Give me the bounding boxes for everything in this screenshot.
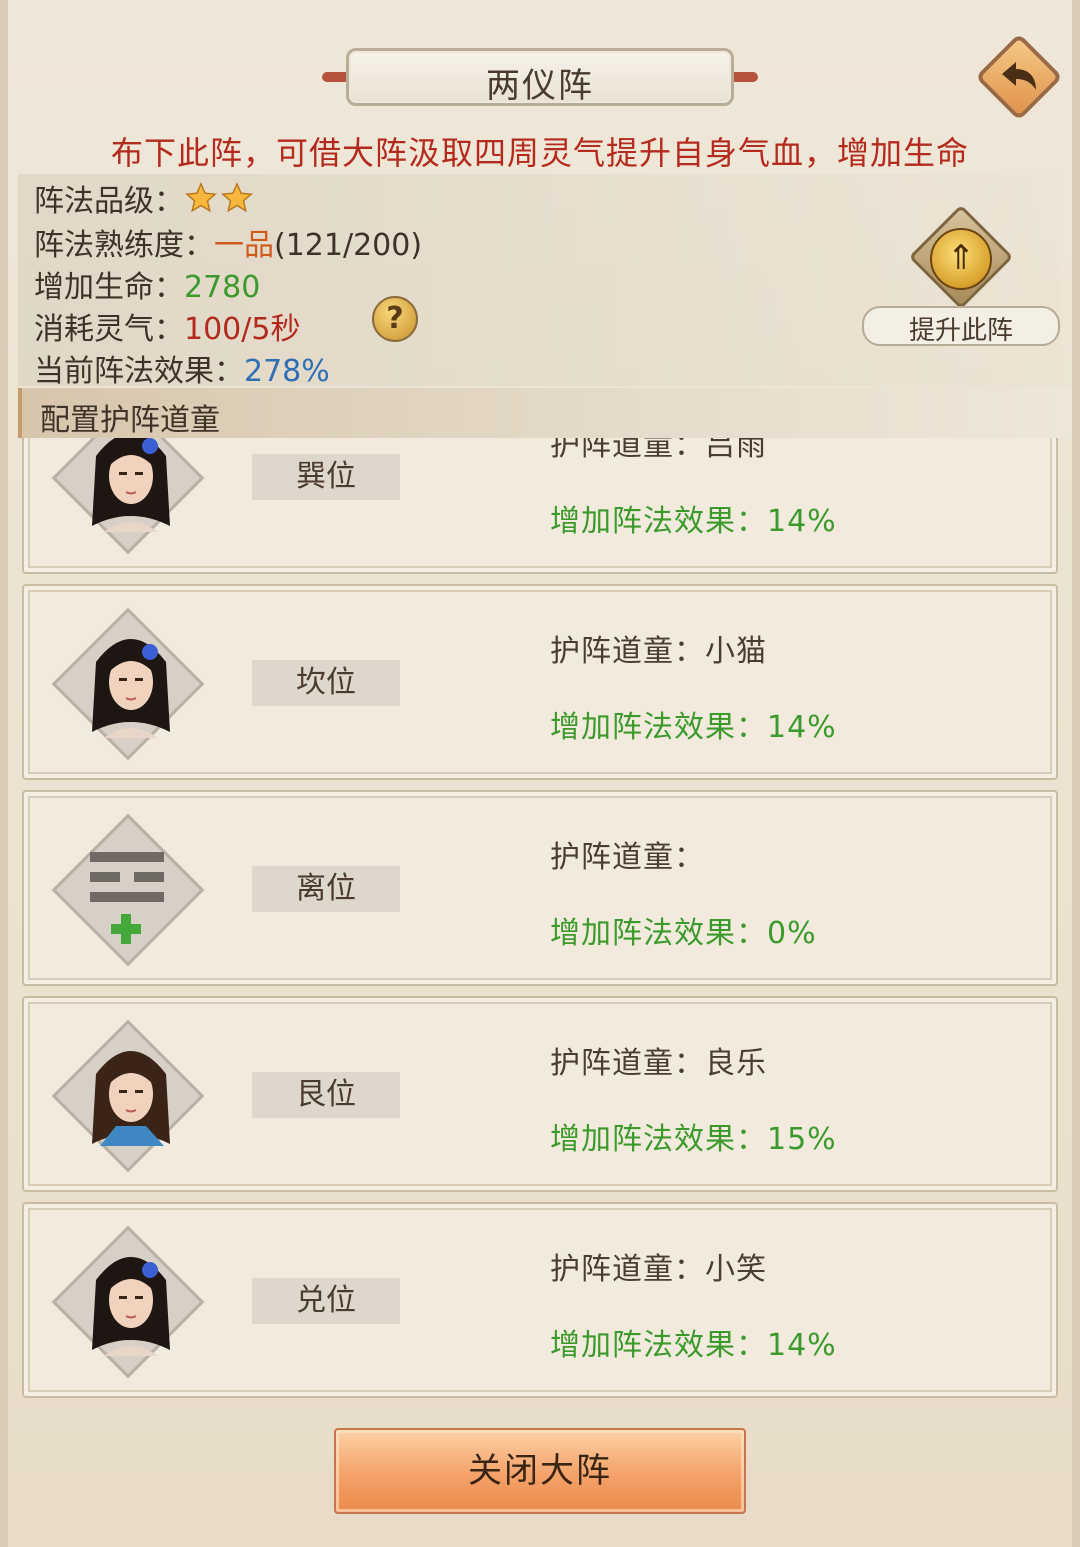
upgrade-label: 提升此阵 (908, 316, 1013, 346)
female-portrait-icon (92, 1257, 170, 1356)
effect-value: 278% (244, 354, 330, 389)
life-row: 增加生命：2780 (34, 262, 260, 306)
male-portrait-icon (92, 1051, 170, 1146)
guard-slot-card[interactable]: 兑位 护阵道童：小笑增加阵法效果：14% (22, 1202, 1058, 1398)
star-icon (221, 182, 253, 213)
slot-effect-bonus: 增加阵法效果：14% (550, 710, 837, 745)
slot-effect-bonus: 增加阵法效果：0% (550, 916, 817, 951)
arrow-up-icon: ⇑ (946, 238, 976, 278)
slot-effect-bonus: 增加阵法效果：15% (550, 1122, 837, 1157)
help-icon[interactable]: ? (372, 296, 418, 342)
guard-avatar[interactable] (51, 1019, 205, 1173)
proficiency-value: (121/200) (274, 228, 423, 263)
slot-effect-bonus: 增加阵法效果：14% (550, 1328, 837, 1363)
guard-slot-list[interactable]: 巽位 护阵道童：吕雨 增加阵法效果：14% 坎位 护阵道童：小猫 增加阵法效果：14% 离位… (0, 438, 1080, 1398)
guard-slot-card[interactable]: 巽位 护阵道童：吕雨增加阵法效果：14% (22, 438, 1058, 574)
close-formation-button[interactable]: 关闭大阵 (334, 1428, 746, 1514)
life-label: 增加生命： (34, 270, 184, 305)
effect-row: 当前阵法效果：278% (34, 346, 330, 390)
slot-guard-name: 护阵道童： (550, 840, 705, 875)
slot-position-label: 离位 (252, 866, 400, 912)
upgrade-formation-button[interactable]: ⇑ 提升此阵 (862, 204, 1060, 348)
section-title: 配置护阵道童 (40, 403, 220, 438)
consume-value: 100/5秒 (184, 312, 301, 347)
grade-label: 阵法品级： (34, 184, 184, 219)
life-value: 2780 (184, 270, 261, 305)
proficiency-row: 阵法熟练度：一品(121/200) (34, 220, 422, 264)
grade-row: 阵法品级： (34, 176, 256, 220)
slot-position-label: 艮位 (252, 1072, 400, 1118)
guard-slot-card[interactable]: 坎位 护阵道童：小猫增加阵法效果：14% (22, 584, 1058, 780)
slot-guard-name: 护阵道童：良乐 (550, 1046, 767, 1081)
guard-slot-card[interactable]: 离位 护阵道童： 增加阵法效果：0% (22, 790, 1058, 986)
back-arrow-icon (1002, 62, 1036, 90)
proficiency-label: 阵法熟练度： (34, 228, 214, 263)
female-portrait-icon (92, 639, 170, 738)
section-header: 配置护阵道童 (18, 388, 1072, 438)
slot-position-label: 巽位 (252, 454, 400, 500)
consume-label: 消耗灵气： (34, 312, 184, 347)
guard-avatar[interactable] (51, 607, 205, 761)
slot-effect-bonus: 增加阵法效果：14% (550, 504, 837, 539)
guard-avatar[interactable] (51, 813, 205, 967)
female-portrait-icon (92, 438, 170, 532)
slot-guard-name: 护阵道童：吕雨 (550, 438, 767, 463)
effect-label: 当前阵法效果： (34, 354, 244, 389)
slot-guard-name: 护阵道童：小笑 (550, 1252, 767, 1287)
formation-description: 布下此阵，可借大阵汲取四周灵气提升自身气血，增加生命 (110, 134, 969, 172)
guard-avatar[interactable] (51, 1225, 205, 1379)
slot-guard-name: 护阵道童：小猫 (550, 634, 767, 669)
back-button[interactable] (975, 33, 1063, 121)
slot-position-label: 坎位 (252, 660, 400, 706)
page-title: 两仪阵 (486, 66, 594, 106)
consume-row: 消耗灵气：100/5秒 (34, 304, 300, 348)
li-trigram-add-icon (90, 852, 164, 944)
proficiency-rank: 一品 (214, 228, 274, 263)
title-banner: 两仪阵 (322, 44, 758, 110)
grade-stars (184, 182, 256, 219)
guard-slot-card[interactable]: 艮位 护阵道童：良乐增加阵法效果：15% (22, 996, 1058, 1192)
slot-position-label: 兑位 (252, 1278, 400, 1324)
guard-avatar[interactable] (51, 438, 205, 555)
upgrade-coin-icon: ⇑ (930, 228, 992, 290)
star-icon (185, 182, 217, 213)
